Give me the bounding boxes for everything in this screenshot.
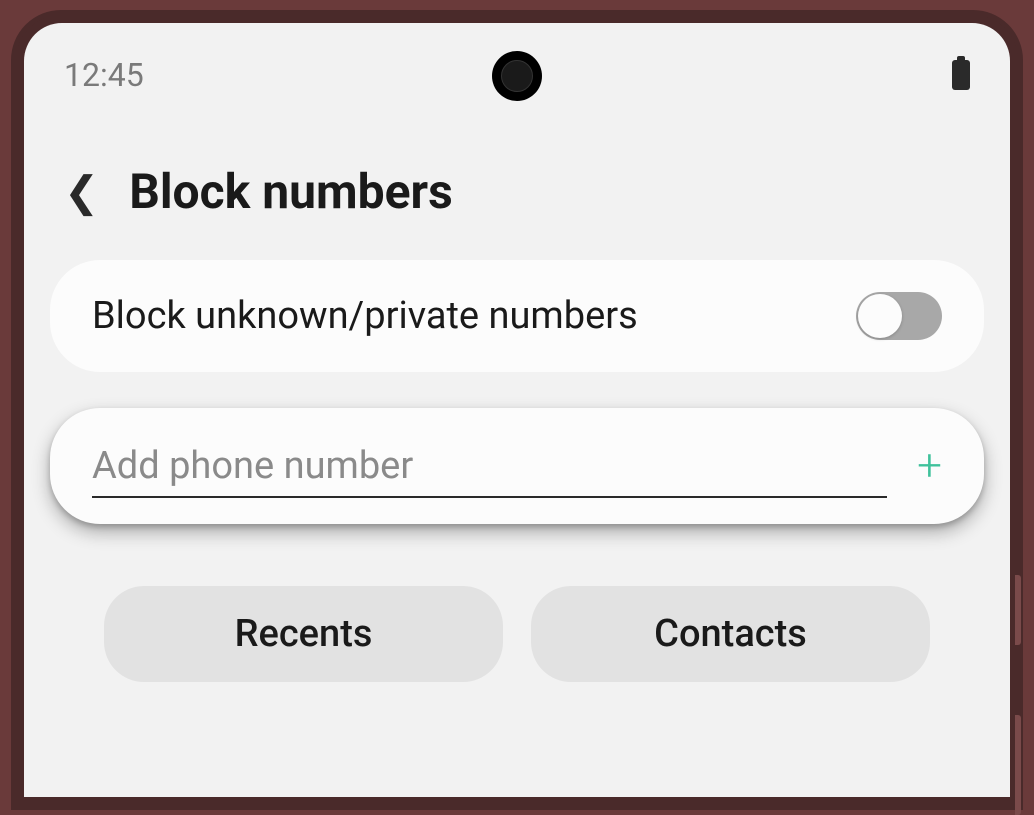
action-buttons: Recents Contacts (24, 524, 1010, 682)
battery-icon (952, 60, 970, 90)
phone-number-input[interactable] (92, 438, 887, 498)
screen: 12:45 ❮ Block numbers Block unknown/priv… (24, 23, 1010, 797)
contacts-button[interactable]: Contacts (531, 586, 930, 682)
power-button (1015, 715, 1021, 815)
status-time: 12:45 (64, 56, 144, 94)
page-title: Block numbers (129, 163, 453, 220)
block-unknown-label: Block unknown/private numbers (92, 294, 638, 338)
back-button[interactable]: ❮ (64, 167, 99, 217)
front-camera (492, 51, 542, 101)
add-number-card: + (50, 408, 984, 524)
add-icon[interactable]: + (917, 443, 942, 487)
block-unknown-row[interactable]: Block unknown/private numbers (50, 260, 984, 372)
recents-button[interactable]: Recents (104, 586, 503, 682)
toggle-knob (858, 294, 902, 338)
app-header: ❮ Block numbers (24, 101, 1010, 260)
device-frame: 12:45 ❮ Block numbers Block unknown/priv… (11, 10, 1023, 810)
block-unknown-toggle[interactable] (856, 292, 942, 340)
volume-button (1015, 575, 1021, 645)
